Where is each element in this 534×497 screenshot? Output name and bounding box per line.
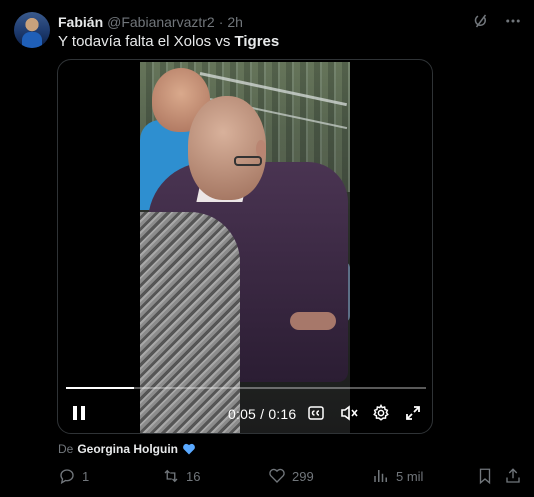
tweet-text-bold[interactable]: Tigres bbox=[235, 33, 280, 50]
like-button[interactable]: 299 bbox=[268, 467, 314, 485]
attribution-source[interactable]: Georgina Holguin bbox=[77, 442, 178, 456]
view-count: 5 mil bbox=[396, 468, 424, 484]
share-icon bbox=[506, 468, 520, 483]
man-hands bbox=[290, 312, 336, 330]
like-icon bbox=[269, 468, 285, 483]
grok-icon[interactable] bbox=[472, 12, 490, 30]
blue-heart-icon bbox=[183, 443, 195, 455]
reply-icon bbox=[60, 469, 74, 485]
tweet-text-plain: Y todavía falta el Xolos vs bbox=[58, 33, 235, 50]
header-actions bbox=[472, 12, 522, 30]
pause-icon[interactable] bbox=[68, 400, 90, 426]
timecode: 0:05 / 0:16 bbox=[228, 406, 297, 422]
bookmark-icon bbox=[479, 468, 491, 485]
separator: · bbox=[218, 14, 224, 30]
man-head bbox=[188, 96, 266, 200]
reply-button[interactable]: 1 bbox=[58, 467, 89, 485]
progress-bar[interactable] bbox=[66, 387, 426, 389]
repost-icon bbox=[164, 469, 178, 483]
views-icon bbox=[374, 470, 387, 482]
fullscreen-icon[interactable] bbox=[402, 400, 424, 426]
progress-fill bbox=[66, 387, 135, 389]
video-player[interactable]: 0:05 / 0:16 bbox=[57, 59, 433, 434]
tweet-header: Fabián @Fabianarvaztr2 · 2h bbox=[58, 12, 522, 32]
author-name[interactable]: Fabián bbox=[58, 14, 103, 30]
avatar[interactable] bbox=[14, 12, 50, 48]
author-handle[interactable]: @Fabianarvaztr2 bbox=[107, 14, 215, 30]
repost-count: 16 bbox=[186, 468, 201, 484]
attribution: De Georgina Holguin bbox=[58, 442, 196, 456]
share-button[interactable] bbox=[504, 467, 522, 485]
video-frame[interactable] bbox=[140, 62, 350, 433]
attribution-prefix: De bbox=[58, 442, 74, 456]
reply-count: 1 bbox=[82, 468, 90, 484]
like-count: 299 bbox=[292, 468, 314, 484]
video-controls: 0:05 / 0:16 bbox=[58, 400, 432, 426]
settings-icon[interactable] bbox=[370, 400, 392, 426]
action-bar: 1 16 299 5 mil bbox=[58, 467, 524, 489]
timestamp[interactable]: 2h bbox=[227, 14, 243, 30]
glasses bbox=[234, 156, 262, 166]
tweet-text: Y todavía falta el Xolos vs Tigres bbox=[58, 32, 279, 52]
captions-icon[interactable] bbox=[306, 400, 326, 426]
views-button[interactable]: 5 mil bbox=[372, 467, 423, 485]
bookmark-button[interactable] bbox=[476, 467, 494, 485]
mute-icon[interactable] bbox=[338, 400, 360, 426]
repost-button[interactable]: 16 bbox=[162, 467, 200, 485]
more-icon[interactable] bbox=[504, 12, 522, 30]
